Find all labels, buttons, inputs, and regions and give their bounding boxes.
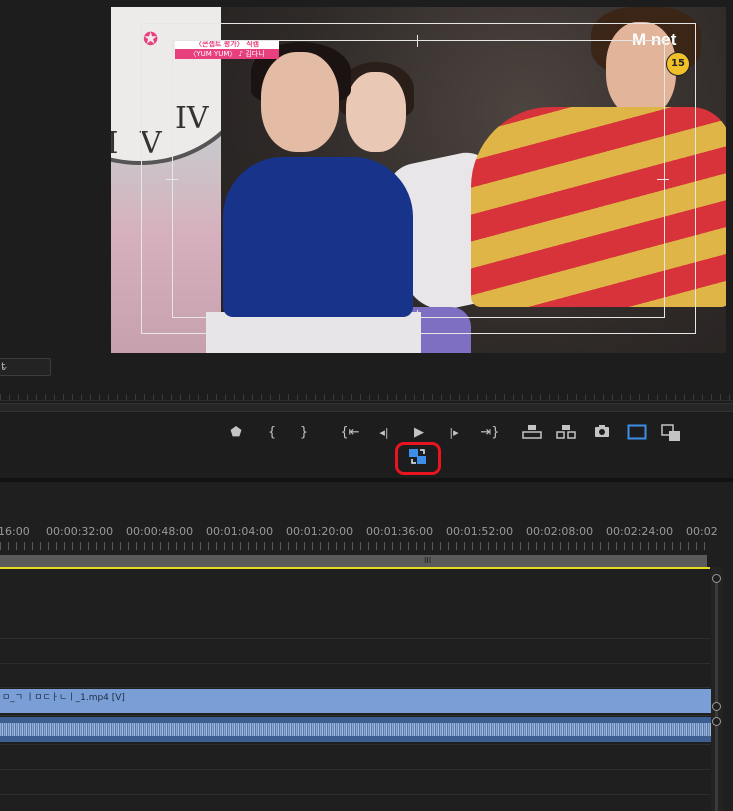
add-marker-icon[interactable]: ⬟: [227, 424, 245, 442]
monitor-time-ruler[interactable]: [0, 384, 733, 401]
timecode-label: 00:01:04:00: [206, 525, 274, 538]
go-to-out-icon[interactable]: ⇥}: [478, 424, 502, 442]
chevron-down-icon: ⌄: [1, 362, 9, 372]
lift-icon[interactable]: [521, 424, 543, 442]
mark-out-icon[interactable]: }: [295, 424, 313, 442]
mark-in-icon[interactable]: {: [263, 424, 281, 442]
video-frame[interactable]: IV V VI ✪ 〈콘셉트 평가〉 직캠 〈YUM YUM〉 ♪ 김다니 M …: [111, 7, 726, 353]
transport-controls: ⬟ { } {⇤ ◂| ▶ |▸ ⇥}: [0, 414, 733, 475]
timecode-label: 00:01:20:00: [286, 525, 354, 538]
audio-clip[interactable]: [0, 717, 711, 742]
scroll-handle-bottom-icon[interactable]: [712, 717, 721, 726]
scrollbar-track[interactable]: [715, 575, 718, 811]
safe-tick-right: [657, 179, 669, 180]
track-divider: [0, 638, 710, 639]
step-back-icon[interactable]: ◂|: [374, 424, 394, 442]
timecode-label: 00:00:48:00: [126, 525, 194, 538]
track-divider: [0, 744, 710, 745]
video-clip[interactable]: ㅁ_ㄱ ㅣㅁㄷㅏㄴㅣ_1.mp4 [V]: [0, 689, 711, 713]
track-divider: [0, 687, 710, 688]
video-clip-label: ㅁ_ㄱ ㅣㅁㄷㅏㄴㅣ_1.mp4 [V]: [2, 693, 125, 703]
export-frame-icon[interactable]: [592, 424, 612, 442]
step-forward-icon[interactable]: |▸: [444, 424, 464, 442]
timecode-label: 00:02:08:00: [526, 525, 594, 538]
scroll-handle-top-icon[interactable]: [712, 574, 721, 583]
work-area-bar[interactable]: III: [0, 555, 707, 567]
safe-margins-icon[interactable]: [626, 424, 648, 442]
clock-numeral-vi: VI: [111, 126, 119, 161]
timecode-label: 00:01:52:00: [446, 525, 514, 538]
timecode-label: 00:02: [686, 525, 718, 538]
play-icon[interactable]: ▶: [410, 424, 428, 442]
program-monitor: IV V VI ✪ 〈콘셉트 평가〉 직캠 〈YUM YUM〉 ♪ 김다니 M …: [0, 0, 733, 380]
timecode-label: 00:00:32:00: [46, 525, 114, 538]
audio-waveform: [0, 723, 711, 736]
track-divider: [0, 794, 710, 795]
track-divider: [0, 715, 710, 716]
safe-tick-left: [166, 179, 178, 180]
timecode-label: 00:02:24:00: [606, 525, 674, 538]
title-safe-margin: [172, 40, 665, 318]
in-out-range-line: [0, 567, 710, 569]
scroll-handle-middle-icon[interactable]: [712, 702, 721, 711]
timecode-label: 16:00: [0, 525, 30, 538]
comparison-view-icon[interactable]: [660, 424, 682, 442]
timeline-panel: 16:00 00:00:32:00 00:00:48:00 00:01:04:0…: [0, 482, 733, 811]
track-divider: [0, 769, 710, 770]
work-area-grip[interactable]: III: [424, 555, 431, 567]
go-to-in-icon[interactable]: {⇤: [338, 424, 362, 442]
extract-icon[interactable]: [555, 424, 577, 442]
fit-dropdown[interactable]: t ⌄: [0, 358, 51, 376]
monitor-zoom-scrollbar[interactable]: [0, 403, 733, 412]
timeline-ruler[interactable]: [0, 542, 710, 550]
timeline-vertical-scrollbar[interactable]: [711, 567, 723, 811]
timecode-label: 00:01:36:00: [366, 525, 434, 538]
safe-tick-top: [417, 35, 418, 47]
safe-tick-bottom: [417, 310, 418, 322]
toggle-proxies-highlight: [395, 442, 441, 475]
track-divider: [0, 663, 710, 664]
